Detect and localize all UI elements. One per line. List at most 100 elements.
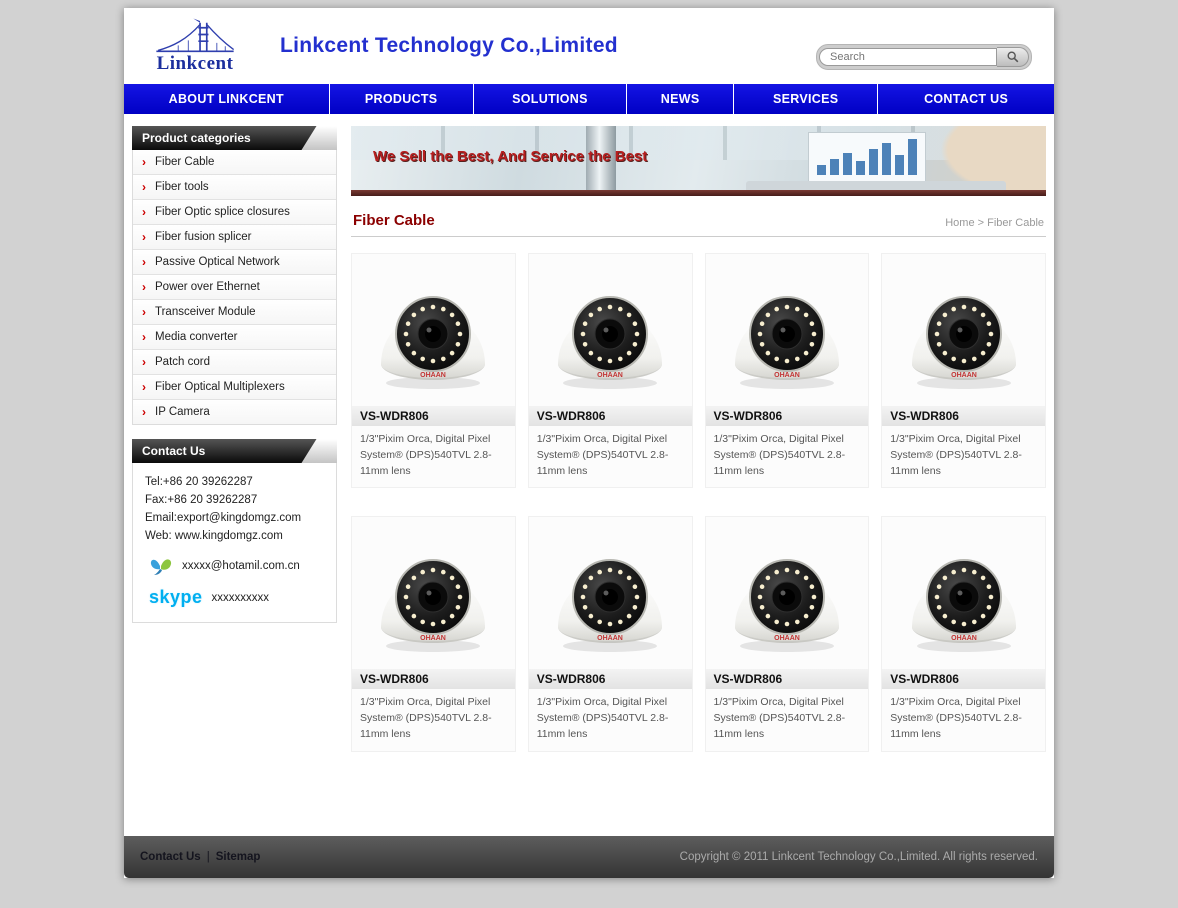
breadcrumb-separator: > [978,217,984,229]
product-image[interactable] [706,254,869,406]
product-image[interactable] [352,254,515,406]
product-description: 1/3"Pixim Orca, Digital Pixel System® (D… [352,426,515,479]
logo-text: Linkcent [157,53,234,75]
product-name-link[interactable]: VS-WDR806 [706,669,869,689]
product-card: VS-WDR806 1/3"Pixim Orca, Digital Pixel … [351,253,516,488]
category-label: Transceiver Module [155,306,256,318]
msn-icon [149,555,173,577]
footer: Contact Us|Sitemap Copyright © 2011 Link… [124,836,1054,878]
banner-slogan: We Sell the Best, And Service the Best [373,148,647,165]
sidebar-item-optical-multiplexers[interactable]: ›Fiber Optical Multiplexers [133,375,336,400]
contact-tel: Tel:+86 20 39262287 [141,473,328,491]
product-description: 1/3"Pixim Orca, Digital Pixel System® (D… [352,689,515,742]
product-image[interactable] [529,254,692,406]
product-name-link[interactable]: VS-WDR806 [529,669,692,689]
content: Product categories ›Fiber Cable ›Fiber t… [124,114,1054,836]
sidebar-item-transceiver-module[interactable]: › Transceiver Module [133,300,336,325]
contact-header: Contact Us [132,439,337,463]
product-card: VS-WDR806 1/3"Pixim Orca, Digital Pixel … [528,516,693,751]
product-name-link[interactable]: VS-WDR806 [352,669,515,689]
page-container: Linkcent Linkcent Technology Co.,Limited… [124,8,1054,878]
product-description: 1/3"Pixim Orca, Digital Pixel System® (D… [529,689,692,742]
chevron-right-icon: › [142,232,146,242]
title-row: Fiber Cable Home > Fiber Cable [351,212,1046,237]
sidebar-item-fiber-cable[interactable]: › Fiber Cable [133,150,336,175]
sidebar-item-fusion-splicer[interactable]: › Fiber fusion splicer [133,225,336,250]
nav-item-contact[interactable]: CONTACT US [877,84,1054,114]
sidebar-item-ip-camera[interactable]: › IP Camera [133,400,336,424]
sidebar-item-media-converter[interactable]: ›Media converter [133,325,336,350]
nav-item-solutions[interactable]: SOLUTIONS [473,84,626,114]
product-image[interactable] [882,517,1045,669]
nav-item-products[interactable]: PRODUCTS [329,84,473,114]
sidebar: Product categories ›Fiber Cable ›Fiber t… [132,126,337,623]
category-label: Power over Ethernet [155,281,260,293]
product-description: 1/3"Pixim Orca, Digital Pixel System® (D… [706,689,869,742]
product-card: VS-WDR806 1/3"Pixim Orca, Digital Pixel … [705,253,870,488]
product-card: VS-WDR806 1/3"Pixim Orca, Digital Pixel … [705,516,870,751]
breadcrumb-home-link[interactable]: Home [945,217,974,229]
breadcrumb: Home > Fiber Cable [945,217,1044,229]
msn-address: xxxxx@hotamil.com.cn [182,560,300,572]
sidebar-item-fiber-tools[interactable]: ›Fiber tools [133,175,336,200]
category-label: IP Camera [155,406,210,418]
sidebar-item-power-over-ethernet[interactable]: › Power over Ethernet [133,275,336,300]
contact-box: Tel:+86 20 39262287 Fax:+86 20 39262287 … [132,463,337,623]
product-image[interactable] [882,254,1045,406]
skype-address: xxxxxxxxxx [212,592,270,604]
category-label: Fiber Cable [155,156,214,168]
product-name-link[interactable]: VS-WDR806 [529,406,692,426]
page-title: Fiber Cable [353,212,435,229]
banner-strip [351,190,1046,196]
footer-contact-link[interactable]: Contact Us [140,851,201,863]
chevron-right-icon: › [142,157,146,167]
category-label: Fiber Optic splice closures [155,206,290,218]
product-image[interactable] [529,517,692,669]
product-description: 1/3"Pixim Orca, Digital Pixel System® (D… [882,426,1045,479]
nav-item-about[interactable]: ABOUT LINKCENT [124,84,329,114]
category-label: Fiber fusion splicer [155,231,252,243]
category-label: Fiber tools [155,181,209,193]
nav-item-news[interactable]: NEWS [626,84,733,114]
chevron-right-icon: › [142,332,146,342]
copyright-text: Copyright © 2011 Linkcent Technology Co.… [680,851,1038,863]
sidebar-item-patch-cord[interactable]: ›Patch cord [133,350,336,375]
product-name-link[interactable]: VS-WDR806 [706,406,869,426]
product-description: 1/3"Pixim Orca, Digital Pixel System® (D… [706,426,869,479]
header: Linkcent Linkcent Technology Co.,Limited [124,8,1054,84]
product-image[interactable] [706,517,869,669]
chevron-right-icon: › [142,257,146,267]
chevron-right-icon: › [142,357,146,367]
chevron-right-icon: › [142,282,146,292]
product-name-link[interactable]: VS-WDR806 [882,669,1045,689]
footer-links: Contact Us|Sitemap [140,851,260,863]
category-label: Passive Optical Network [155,256,280,268]
nav-item-services[interactable]: SERVICES [733,84,877,114]
footer-sitemap-link[interactable]: Sitemap [216,851,261,863]
skype-logo: skype [149,587,203,608]
search-icon [1006,50,1020,64]
sidebar-item-passive-optical-network[interactable]: › Passive Optical Network [133,250,336,275]
sidebar-item-splice-closures[interactable]: › Fiber Optic splice closures [133,200,336,225]
product-name-link[interactable]: VS-WDR806 [352,406,515,426]
category-label: Fiber Optical Multiplexers [155,381,285,393]
bridge-logo-icon [153,17,237,57]
search-button[interactable] [997,47,1029,67]
chevron-right-icon: › [142,307,146,317]
product-grid: VS-WDR806 1/3"Pixim Orca, Digital Pixel … [351,253,1046,752]
chevron-right-icon: › [142,207,146,217]
product-card: VS-WDR806 1/3"Pixim Orca, Digital Pixel … [881,516,1046,751]
product-image[interactable] [352,517,515,669]
product-description: 1/3"Pixim Orca, Digital Pixel System® (D… [882,689,1045,742]
chevron-right-icon: › [142,407,146,417]
category-list: ›Fiber Cable ›Fiber tools ›Fiber Optic s… [132,150,337,425]
search-input[interactable] [819,48,997,66]
main-nav: ABOUT LINKCENT PRODUCTS SOLUTIONS NEWS S… [124,84,1054,114]
logo[interactable]: Linkcent [136,17,254,75]
contact-web: Web: www.kingdomgz.com [141,527,328,545]
skype-row: skype xxxxxxxxxx [141,587,328,608]
product-name-link[interactable]: VS-WDR806 [882,406,1045,426]
contact-email: Email:export@kingdomgz.com [141,509,328,527]
company-name: Linkcent Technology Co.,Limited [280,34,618,58]
msn-row: xxxxx@hotamil.com.cn [141,555,328,577]
